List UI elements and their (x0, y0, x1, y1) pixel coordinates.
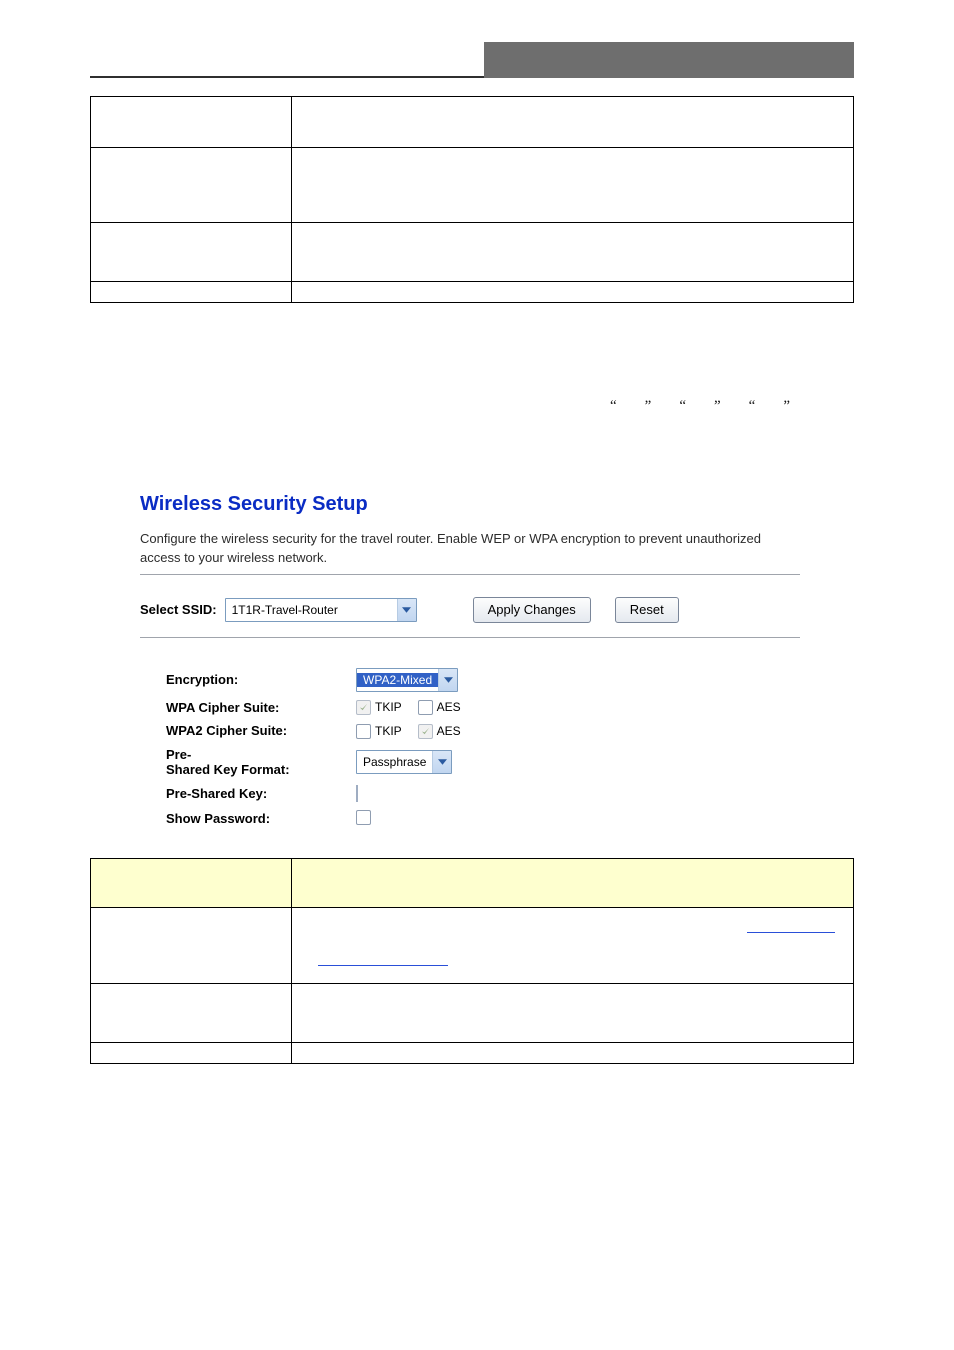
wpa2-cipher-label: WPA2 Cipher Suite: (166, 723, 356, 739)
t2-r1-label (91, 907, 292, 983)
wpa2-aes-label: AES (437, 724, 461, 738)
show-password-label: Show Password: (166, 811, 356, 827)
t2-r1-desc (292, 907, 854, 983)
quote-marks: “”“”“” (596, 393, 804, 420)
divider (140, 574, 800, 575)
chevron-down-icon (397, 599, 416, 621)
t1-r0-label (91, 97, 292, 148)
wpa2-aes-checkbox[interactable] (418, 724, 433, 739)
params-table-upper (90, 96, 854, 303)
wpa-aes-checkbox[interactable] (418, 700, 433, 715)
wpa2-tkip-checkbox[interactable] (356, 724, 371, 739)
ssid-select-value: 1T1R-Travel-Router (226, 603, 344, 617)
psk-input[interactable] (356, 785, 358, 802)
t2-r3-desc (292, 1042, 854, 1063)
select-ssid-label: Select SSID: (140, 602, 217, 617)
t2-r3-label (91, 1042, 292, 1063)
wpa-tkip-label: TKIP (375, 700, 402, 714)
encryption-select[interactable]: WPA2-Mixed (356, 668, 458, 692)
ssid-select[interactable]: 1T1R-Travel-Router (225, 598, 417, 622)
t1-r1-label (91, 148, 292, 223)
psk-format-select[interactable]: Passphrase (356, 750, 452, 774)
page-title: Wireless Security Setup (140, 493, 844, 516)
t2-header-desc (292, 858, 854, 907)
page-header-bar (90, 40, 854, 78)
page-description: Configure the wireless security for the … (140, 530, 800, 568)
wpa2-tkip-label: TKIP (375, 724, 402, 738)
header-underline (90, 40, 484, 78)
chevron-down-icon (438, 669, 457, 691)
wireless-security-screenshot: Wireless Security Setup Configure the wi… (140, 493, 844, 828)
show-password-checkbox[interactable] (356, 810, 371, 825)
params-table-lower (90, 858, 854, 1064)
t2-r2-desc (292, 983, 854, 1042)
chevron-down-icon (432, 751, 451, 773)
t1-r3-desc (292, 282, 854, 303)
t1-r2-label (91, 223, 292, 282)
link-underline[interactable] (318, 965, 448, 966)
t1-r3-label (91, 282, 292, 303)
reset-button[interactable]: Reset (615, 597, 679, 623)
wpa-aes-label: AES (437, 700, 461, 714)
apply-changes-button[interactable]: Apply Changes (473, 597, 591, 623)
encryption-select-value: WPA2-Mixed (357, 673, 438, 687)
psk-format-label: Pre- Shared Key Format: (166, 747, 356, 778)
divider (140, 637, 800, 638)
t2-r2-label (91, 983, 292, 1042)
link-underline[interactable] (747, 932, 835, 933)
psk-label: Pre-Shared Key: (166, 786, 356, 802)
t1-r2-desc (292, 223, 854, 282)
wpa-cipher-label: WPA Cipher Suite: (166, 700, 356, 716)
t2-header-label (91, 858, 292, 907)
t1-r0-desc (292, 97, 854, 148)
psk-format-value: Passphrase (357, 755, 432, 769)
t1-r1-desc (292, 148, 854, 223)
encryption-label: Encryption: (166, 672, 356, 688)
header-grey-block (484, 42, 854, 78)
section-intro-text: “”“”“” (110, 353, 844, 453)
wpa-tkip-checkbox[interactable] (356, 700, 371, 715)
